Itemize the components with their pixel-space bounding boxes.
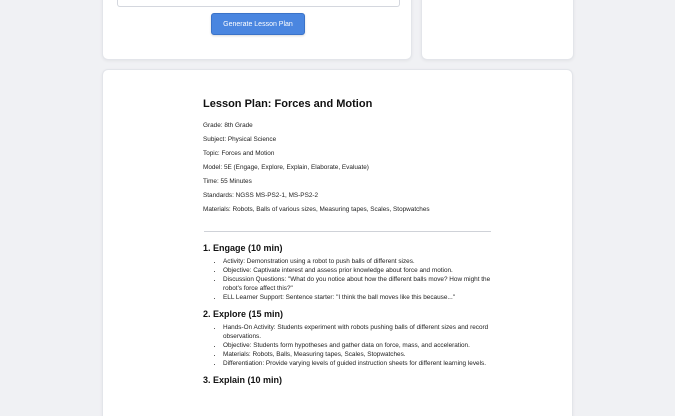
meta-materials: Materials: Robots, Balls of various size… <box>203 206 430 213</box>
lesson-form-card: Generate Lesson Plan <box>102 0 412 60</box>
section-title: 2. Explore (15 min) <box>203 309 284 319</box>
prompt-textarea[interactable] <box>117 0 400 7</box>
section-engage: 1. Engage (10 min) Activity: Demonstrati… <box>203 243 493 302</box>
section-explore: 2. Explore (15 min) Hands-On Activity: S… <box>203 309 493 368</box>
list-item: Hands-On Activity: Students experiment w… <box>223 323 493 341</box>
lesson-meta: Grade: 8th Grade Subject: Physical Scien… <box>203 119 493 217</box>
meta-topic: Topic: Forces and Motion <box>203 150 275 157</box>
list-item: Objective: Students form hypotheses and … <box>223 341 493 350</box>
list-item: Activity: Demonstration using a robot to… <box>223 257 493 266</box>
meta-subject: Subject: Physical Science <box>203 136 277 143</box>
section-explain: 3. Explain (10 min) <box>203 375 493 385</box>
divider <box>204 231 491 232</box>
meta-model: Model: 5E (Engage, Explore, Explain, Ela… <box>203 164 369 171</box>
side-panel-card <box>421 0 574 60</box>
meta-grade: Grade: 8th Grade <box>203 122 253 129</box>
list-item: Differentiation: Provide varying levels … <box>223 359 493 368</box>
lesson-title: Lesson Plan: Forces and Motion <box>203 98 373 110</box>
meta-standards: Standards: NGSS MS-PS2-1, MS-PS2-2 <box>203 192 319 199</box>
list-item: Discussion Questions: "What do you notic… <box>223 275 493 293</box>
section-title: 1. Engage (10 min) <box>203 243 283 253</box>
section-list: Hands-On Activity: Students experiment w… <box>203 323 493 368</box>
meta-time: Time: 55 Minutes <box>203 178 252 185</box>
section-title: 3. Explain (10 min) <box>203 375 283 385</box>
list-item: Materials: Robots, Balls, Measuring tape… <box>223 350 493 359</box>
generate-lesson-plan-button[interactable]: Generate Lesson Plan <box>211 13 305 35</box>
section-list: Activity: Demonstration using a robot to… <box>203 257 493 302</box>
lesson-plan-card: Lesson Plan: Forces and Motion Grade: 8t… <box>102 69 573 416</box>
list-item: ELL Learner Support: Sentence starter: "… <box>223 293 493 302</box>
lesson-plan-content: Lesson Plan: Forces and Motion Grade: 8t… <box>203 98 493 389</box>
page: Generate Lesson Plan Lesson Plan: Forces… <box>0 0 675 416</box>
list-item: Objective: Captivate interest and assess… <box>223 266 493 275</box>
